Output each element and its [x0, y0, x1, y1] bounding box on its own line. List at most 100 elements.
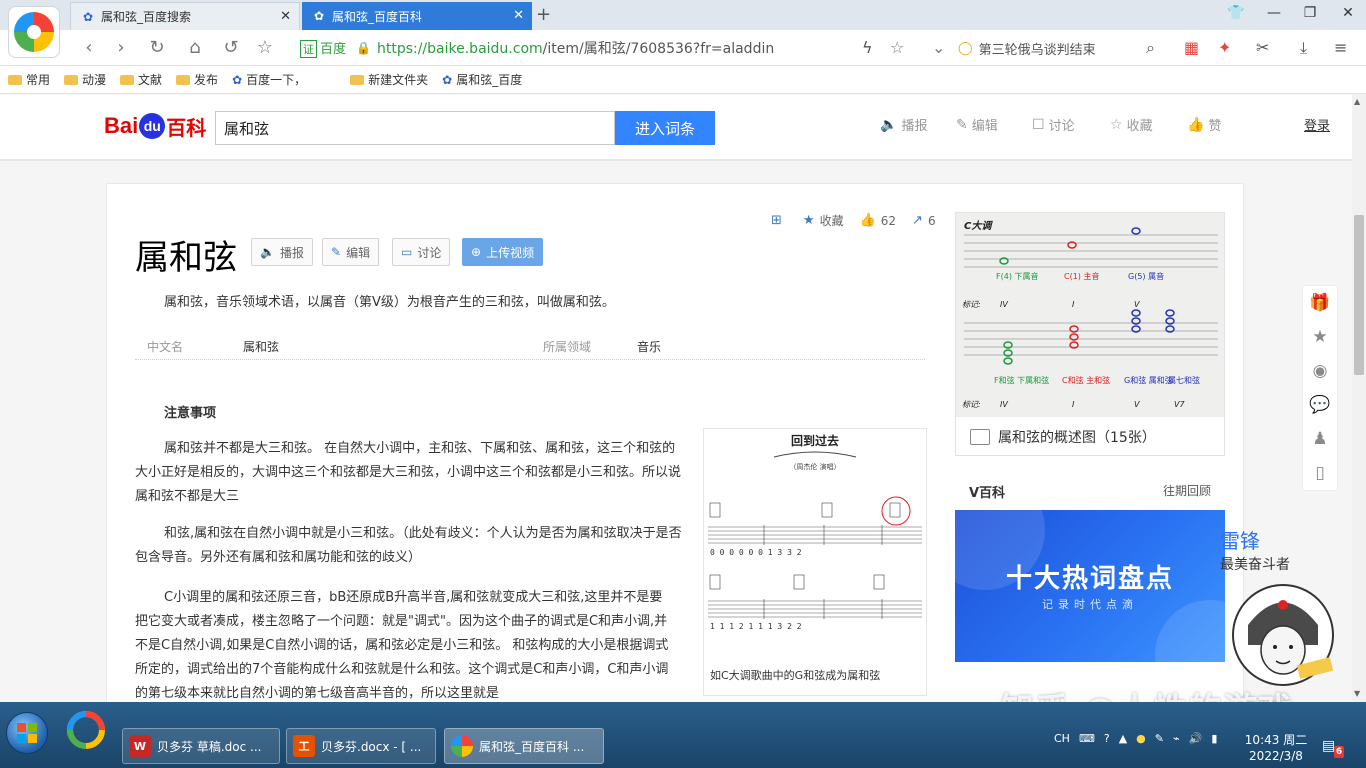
- bookmark-link[interactable]: ✿ 属和弦_百度: [442, 71, 522, 88]
- baike-search-input[interactable]: 属和弦: [215, 111, 615, 145]
- edit-button[interactable]: ✎ 编辑: [322, 238, 380, 266]
- past-episodes-link[interactable]: 往期回顾: [1163, 482, 1211, 499]
- game-icon[interactable]: ✦: [1218, 38, 1231, 57]
- svg-text:0 0 0 0 0 0 1 3 3 2: 0 0 0 0 0 0 1 3 3 2: [710, 548, 802, 557]
- address-bar[interactable]: 证百度 🔒 https://baike.baidu.com/item/属和弦/7…: [300, 34, 920, 62]
- discuss-button[interactable]: ▭ 讨论: [392, 238, 451, 266]
- taskbar-item-word-draft[interactable]: W 贝多芬 草稿.doc ...: [122, 728, 280, 764]
- apps-icon[interactable]: ▦: [1184, 38, 1199, 57]
- broadcast-action[interactable]: 🔈 播报: [880, 115, 927, 135]
- login-link[interactable]: 登录: [1304, 115, 1330, 134]
- broadcast-button[interactable]: 🔈 播报: [251, 238, 313, 266]
- help-icon[interactable]: ?: [1104, 732, 1110, 745]
- bookmark-folder[interactable]: 文献: [120, 71, 162, 88]
- image-gallery-icon: [970, 429, 990, 445]
- search-icon[interactable]: ⌕: [1146, 38, 1155, 58]
- reload-icon[interactable]: ↻: [146, 37, 168, 59]
- sheet-music-figure[interactable]: 回到过去 （周杰伦 演唱） 0 0 0 0 0 0 1 3 3 2 1 1 1 …: [703, 428, 927, 696]
- search-input[interactable]: ◯ 第三轮俄乌谈判结束: [958, 35, 1168, 61]
- svg-text:C和弦 主和弦: C和弦 主和弦: [1062, 375, 1110, 385]
- svg-text:IV: IV: [1000, 300, 1008, 309]
- wechat-icon[interactable]: 💬: [1302, 388, 1338, 422]
- upload-video-button[interactable]: ⊕ 上传视频: [462, 238, 544, 266]
- gift-icon[interactable]: 🎁: [1302, 286, 1338, 320]
- usb-icon[interactable]: ⌁: [1173, 732, 1180, 745]
- cert-badge: 证百度: [300, 38, 346, 58]
- star-icon[interactable]: ★: [1302, 320, 1338, 354]
- maximize-button[interactable]: ❐: [1300, 5, 1320, 21]
- url-text[interactable]: https://baike.baidu.com/item/属和弦/7608536…: [377, 38, 774, 58]
- plus-square-icon: ⊞: [771, 213, 782, 228]
- undo-icon[interactable]: ↺: [220, 37, 242, 59]
- ime-icon[interactable]: ●: [1136, 732, 1146, 745]
- scrollbar-thumb[interactable]: [1354, 215, 1364, 375]
- favorite-stat[interactable]: ★ 收藏: [803, 212, 844, 229]
- qq-icon[interactable]: ♟: [1302, 422, 1338, 456]
- pinned-browser-icon[interactable]: [66, 710, 106, 750]
- page-title: 属和弦: [135, 238, 237, 278]
- minimize-button[interactable]: —: [1264, 5, 1284, 21]
- folder-icon: [176, 74, 191, 85]
- pen-icon[interactable]: ✎: [1155, 732, 1164, 745]
- taskbar-item-browser[interactable]: 属和弦_百度百科 ...: [444, 728, 604, 764]
- album-caption[interactable]: 属和弦的概述图（15张）: [970, 427, 1156, 447]
- chevron-down-icon[interactable]: ⌄: [932, 38, 945, 57]
- close-icon[interactable]: ✕: [280, 9, 291, 24]
- tab-baidu-baike[interactable]: ✿ 属和弦_百度百科 ✕: [302, 2, 532, 30]
- add-button[interactable]: ⊞: [771, 212, 787, 229]
- bookmark-folder[interactable]: 动漫: [64, 71, 106, 88]
- notification-icon[interactable]: ▤ 6: [1322, 738, 1344, 758]
- tab-bar: ✿ 属和弦_百度搜索 ✕ ✿ 属和弦_百度百科 ✕ + 👕 — ❐ ✕: [0, 0, 1366, 30]
- start-button[interactable]: [6, 712, 48, 754]
- album-card[interactable]: C大调 F(4) 下属音 C(1) 主音 G(5) 属音 标记: IV I V: [955, 212, 1225, 456]
- new-tab-button[interactable]: +: [536, 4, 551, 25]
- mobile-icon[interactable]: ▯: [1302, 456, 1338, 490]
- close-icon[interactable]: ✕: [513, 8, 524, 23]
- like-action[interactable]: 👍 赞: [1187, 115, 1221, 135]
- vertical-scrollbar[interactable]: ▲ ▼: [1352, 95, 1366, 702]
- tab-baidu-search[interactable]: ✿ 属和弦_百度搜索 ✕: [70, 2, 300, 30]
- tray-arrow-icon[interactable]: ▲: [1119, 732, 1127, 745]
- scroll-down-icon[interactable]: ▼: [1354, 689, 1360, 698]
- home-icon[interactable]: ⌂: [184, 37, 206, 59]
- weibo-icon[interactable]: ◉: [1302, 354, 1338, 388]
- banner-sub-text: 记录时代点滴: [1042, 598, 1138, 611]
- favorite-action[interactable]: ☆ 收藏: [1110, 115, 1153, 135]
- lightning-icon[interactable]: ϟ: [862, 38, 873, 57]
- svg-text:C(1) 主音: C(1) 主音: [1064, 271, 1099, 281]
- baike-header: Bai du 百科 属和弦 进入词条 🔈 播报 ✎ 编辑 ☐ 讨论 ☆ 收藏 👍 赞 登录: [0, 95, 1352, 161]
- edit-action[interactable]: ✎ 编辑: [956, 115, 998, 135]
- back-icon[interactable]: ‹: [78, 37, 100, 59]
- stats-bar: ⊞ ★ 收藏 👍 62 ↗ 6: [771, 212, 952, 229]
- input-language[interactable]: CH: [1054, 732, 1070, 745]
- enter-entry-button[interactable]: 进入词条: [615, 111, 715, 145]
- bookmark-star-icon[interactable]: ☆: [890, 38, 904, 57]
- paragraph: C小调里的属和弦还原三音，bB还原成B升高半音,属和弦就变成大三和弦,这里并不是…: [135, 590, 669, 701]
- keyboard-icon[interactable]: ⌨: [1079, 732, 1095, 745]
- close-window-button[interactable]: ✕: [1338, 5, 1358, 21]
- skin-icon[interactable]: 👕: [1226, 5, 1246, 21]
- discuss-action[interactable]: ☐ 讨论: [1032, 115, 1075, 135]
- bookmark-folder[interactable]: 常用: [8, 71, 50, 88]
- scroll-up-icon[interactable]: ▲: [1354, 97, 1360, 106]
- system-clock[interactable]: 10:43 周二 2022/3/8: [1244, 732, 1308, 764]
- share-stat[interactable]: ↗ 6: [912, 212, 936, 229]
- forward-icon[interactable]: ›: [110, 37, 132, 59]
- baidu-baike-logo[interactable]: Bai du 百科: [104, 109, 206, 143]
- highlight-circle: [881, 496, 911, 526]
- volume-icon[interactable]: 🔊: [1189, 732, 1203, 745]
- download-icon[interactable]: ⤓: [1300, 38, 1307, 58]
- v-baike-banner[interactable]: 十大热词盘点 记录时代点滴: [955, 510, 1225, 662]
- like-stat[interactable]: 👍 62: [860, 212, 896, 229]
- taskbar-item-word-docx[interactable]: 工 贝多芬.docx - [ ...: [286, 728, 436, 764]
- bookmark-link[interactable]: ✿ 百度一下，: [232, 71, 306, 88]
- notification-badge: 6: [1334, 746, 1344, 758]
- menu-icon[interactable]: ≡: [1334, 38, 1347, 57]
- bookmark-folder[interactable]: 发布: [176, 71, 218, 88]
- star-icon[interactable]: ☆: [254, 37, 276, 59]
- scissors-icon[interactable]: ✂: [1256, 38, 1269, 57]
- browser-logo-icon[interactable]: [8, 6, 60, 58]
- network-icon[interactable]: ▮: [1211, 732, 1217, 745]
- bookmark-folder[interactable]: 新建文件夹: [350, 71, 428, 88]
- svg-text:IV: IV: [1000, 400, 1008, 409]
